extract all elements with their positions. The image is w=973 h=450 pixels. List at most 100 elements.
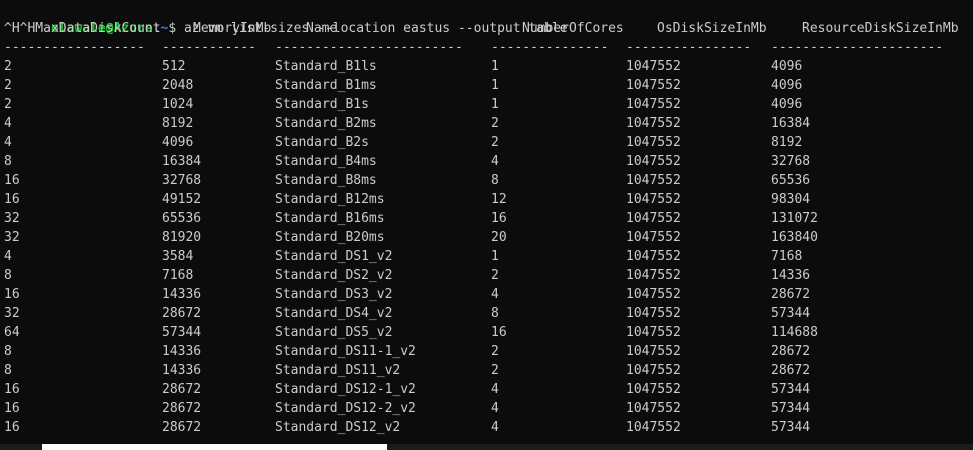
cell-number-of-cores: 12 xyxy=(491,192,507,207)
cell-number-of-cores: 1 xyxy=(491,59,499,74)
table-row: 16 14336 Standard_DS3_v2 4 1047552 28672 xyxy=(0,285,973,304)
separator-col-5: ---------------- xyxy=(626,40,752,55)
cell-number-of-cores: 8 xyxy=(491,173,499,188)
cell-name: Standard_B20ms xyxy=(275,230,385,245)
header-memory-in-mb: MemoryInMb xyxy=(193,21,272,36)
cell-memory-in-mb: 2048 xyxy=(162,78,194,93)
table-row: 2 512 Standard_B1ls 1 1047552 4096 xyxy=(0,57,973,76)
cell-name: Standard_DS5_v2 xyxy=(275,325,393,340)
horizontal-scrollbar[interactable] xyxy=(0,444,973,450)
cell-max-data-disk-count: 4 xyxy=(4,116,12,131)
cell-memory-in-mb: 32768 xyxy=(162,173,202,188)
cell-name: Standard_DS4_v2 xyxy=(275,306,393,321)
prompt-line: olawale@Azure:~$ az vm list-sizes --loca… xyxy=(0,0,973,36)
scrollbar-thumb[interactable] xyxy=(42,444,387,450)
cell-resource-disk-size-in-mb: 8192 xyxy=(771,135,803,150)
cell-memory-in-mb: 14336 xyxy=(162,363,202,378)
cell-resource-disk-size-in-mb: 28672 xyxy=(771,363,811,378)
cell-os-disk-size-in-mb: 1047552 xyxy=(626,97,681,112)
cell-number-of-cores: 16 xyxy=(491,211,507,226)
cell-max-data-disk-count: 16 xyxy=(4,401,20,416)
cell-name: Standard_B12ms xyxy=(275,192,385,207)
scrollbar-left-track xyxy=(0,444,42,450)
cell-os-disk-size-in-mb: 1047552 xyxy=(626,382,681,397)
cell-name: Standard_DS2_v2 xyxy=(275,268,393,283)
cell-os-disk-size-in-mb: 1047552 xyxy=(626,116,681,131)
cell-number-of-cores: 16 xyxy=(491,325,507,340)
cell-name: Standard_B8ms xyxy=(275,173,377,188)
cell-os-disk-size-in-mb: 1047552 xyxy=(626,401,681,416)
cell-resource-disk-size-in-mb: 163840 xyxy=(771,230,818,245)
cell-memory-in-mb: 28672 xyxy=(162,306,202,321)
cell-os-disk-size-in-mb: 1047552 xyxy=(626,173,681,188)
cell-os-disk-size-in-mb: 1047552 xyxy=(626,306,681,321)
cell-number-of-cores: 2 xyxy=(491,344,499,359)
cell-name: Standard_DS11-1_v2 xyxy=(275,344,416,359)
cell-number-of-cores: 2 xyxy=(491,135,499,150)
cell-name: Standard_DS12-2_v2 xyxy=(275,401,416,416)
cell-memory-in-mb: 81920 xyxy=(162,230,202,245)
table-row: 16 28672 Standard_DS12_v2 4 1047552 57344 xyxy=(0,418,973,437)
separator-col-6: ---------------------- xyxy=(771,40,944,55)
cell-name: Standard_DS3_v2 xyxy=(275,287,393,302)
cell-memory-in-mb: 14336 xyxy=(162,344,202,359)
terminal-window[interactable]: olawale@Azure:~$ az vm list-sizes --loca… xyxy=(0,0,973,444)
cell-max-data-disk-count: 8 xyxy=(4,344,12,359)
cell-resource-disk-size-in-mb: 57344 xyxy=(771,382,811,397)
separator-col-4: --------------- xyxy=(491,40,609,55)
cell-memory-in-mb: 65536 xyxy=(162,211,202,226)
cell-max-data-disk-count: 2 xyxy=(4,97,12,112)
separator-col-2: ------------ xyxy=(162,40,256,55)
cell-resource-disk-size-in-mb: 4096 xyxy=(771,97,803,112)
cell-memory-in-mb: 3584 xyxy=(162,249,194,264)
header-name: Name xyxy=(306,21,338,36)
table-row: 2 2048 Standard_B1ms 1 1047552 4096 xyxy=(0,76,973,95)
cell-os-disk-size-in-mb: 1047552 xyxy=(626,420,681,435)
table-row: 16 28672 Standard_DS12-2_v2 4 1047552 57344 xyxy=(0,399,973,418)
cell-max-data-disk-count: 16 xyxy=(4,420,20,435)
cell-os-disk-size-in-mb: 1047552 xyxy=(626,154,681,169)
cell-name: Standard_DS11_v2 xyxy=(275,363,401,378)
cell-name: Standard_B2ms xyxy=(275,116,377,131)
cell-max-data-disk-count: 32 xyxy=(4,306,20,321)
cell-number-of-cores: 4 xyxy=(491,420,499,435)
table-row: 16 28672 Standard_DS12-1_v2 4 1047552 57344 xyxy=(0,380,973,399)
table-row: 4 3584 Standard_DS1_v2 1 1047552 7168 xyxy=(0,247,973,266)
cell-max-data-disk-count: 16 xyxy=(4,287,20,302)
cell-name: Standard_B4ms xyxy=(275,154,377,169)
cell-number-of-cores: 4 xyxy=(491,154,499,169)
cell-max-data-disk-count: 64 xyxy=(4,325,20,340)
cell-resource-disk-size-in-mb: 32768 xyxy=(771,154,811,169)
table-row: 64 57344 Standard_DS5_v2 16 1047552 114688 xyxy=(0,323,973,342)
scrollbar-right-track xyxy=(387,444,973,450)
cell-number-of-cores: 2 xyxy=(491,363,499,378)
cell-number-of-cores: 1 xyxy=(491,78,499,93)
cell-resource-disk-size-in-mb: 14336 xyxy=(771,268,811,283)
table-row: 8 7168 Standard_DS2_v2 2 1047552 14336 xyxy=(0,266,973,285)
header-number-of-cores: NumberOfCores xyxy=(522,21,624,36)
cell-memory-in-mb: 512 xyxy=(162,59,186,74)
table-row: 8 14336 Standard_DS11-1_v2 2 1047552 28672 xyxy=(0,342,973,361)
cell-max-data-disk-count: 32 xyxy=(4,230,20,245)
header-max-data-disk-count: ^H^HMaxDataDiskCount xyxy=(4,21,161,36)
cell-resource-disk-size-in-mb: 65536 xyxy=(771,173,811,188)
table-row: 4 8192 Standard_B2ms 2 1047552 16384 xyxy=(0,114,973,133)
table-separator-row: ------------------ ------------ --------… xyxy=(0,38,973,57)
cell-name: Standard_DS12-1_v2 xyxy=(275,382,416,397)
table-row: 32 65536 Standard_B16ms 16 1047552 131072 xyxy=(0,209,973,228)
cell-os-disk-size-in-mb: 1047552 xyxy=(626,287,681,302)
cell-memory-in-mb: 49152 xyxy=(162,192,202,207)
cell-memory-in-mb: 8192 xyxy=(162,116,194,131)
cell-name: Standard_B2s xyxy=(275,135,369,150)
table-row: 16 49152 Standard_B12ms 12 1047552 98304 xyxy=(0,190,973,209)
cell-resource-disk-size-in-mb: 98304 xyxy=(771,192,811,207)
cell-os-disk-size-in-mb: 1047552 xyxy=(626,78,681,93)
cell-os-disk-size-in-mb: 1047552 xyxy=(626,344,681,359)
cell-resource-disk-size-in-mb: 57344 xyxy=(771,401,811,416)
cell-number-of-cores: 4 xyxy=(491,382,499,397)
separator-col-1: ------------------ xyxy=(4,40,145,55)
table-row: 8 16384 Standard_B4ms 4 1047552 32768 xyxy=(0,152,973,171)
table-row: 32 81920 Standard_B20ms 20 1047552 163840 xyxy=(0,228,973,247)
cell-memory-in-mb: 14336 xyxy=(162,287,202,302)
header-resource-disk-size-in-mb: ResourceDiskSizeInMb xyxy=(802,21,959,36)
